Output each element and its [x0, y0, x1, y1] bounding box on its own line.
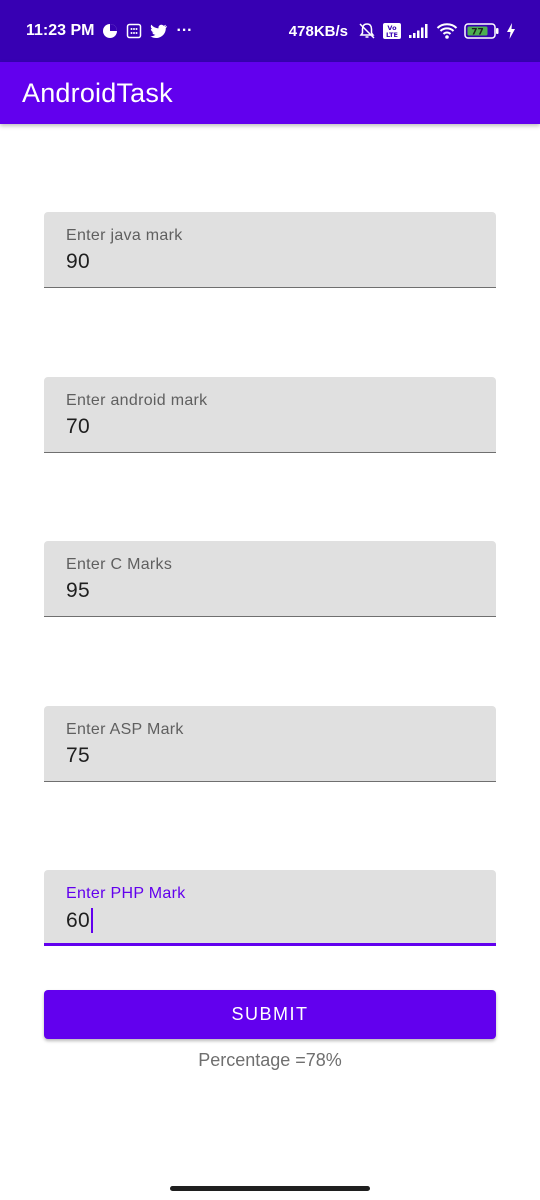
java-mark-input[interactable]: 90 [66, 250, 90, 274]
sim-icon [126, 23, 142, 39]
android-mark-label: Enter android mark [66, 392, 208, 409]
status-time: 11:23 PM [26, 22, 95, 39]
wifi-icon [436, 22, 458, 40]
php-mark-value: 60 [66, 908, 90, 932]
c-mark-label: Enter C Marks [66, 556, 173, 573]
asp-mark-label: Enter ASP Mark [66, 721, 184, 738]
java-mark-field[interactable]: Enter java mark 90 [44, 212, 496, 288]
php-mark-input[interactable]: 60 [66, 908, 93, 933]
charging-icon [506, 23, 516, 39]
c-mark-field[interactable]: Enter C Marks 95 [44, 541, 496, 617]
signal-icon [408, 23, 430, 39]
mute-icon [358, 22, 376, 40]
c-mark-input[interactable]: 95 [66, 579, 90, 603]
php-mark-label: Enter PHP Mark [66, 885, 186, 902]
asp-mark-input[interactable]: 75 [66, 744, 90, 768]
php-mark-field[interactable]: Enter PHP Mark 60 [44, 870, 496, 946]
text-cursor [90, 908, 93, 933]
network-speed: 478KB/s [288, 22, 348, 40]
android-mark-field[interactable]: Enter android mark 70 [44, 377, 496, 453]
twitter-icon [150, 24, 168, 39]
android-mark-input[interactable]: 70 [66, 415, 90, 439]
battery-level: 77 [471, 28, 484, 38]
home-gesture-bar[interactable] [170, 1186, 370, 1191]
volte-icon: Vo LTE [382, 22, 402, 40]
app-title: AndroidTask [22, 77, 173, 108]
java-mark-label: Enter java mark [66, 227, 183, 244]
app-bar: AndroidTask [0, 62, 540, 124]
battery-icon: 77 [464, 22, 500, 40]
data-saver-icon [102, 23, 118, 39]
percentage-result: Percentage =78% [198, 1050, 342, 1070]
status-bar: 11:23 PM ··· 478KB/s Vo LTE 77 [0, 0, 540, 62]
svg-text:LTE: LTE [386, 31, 398, 39]
more-notifications-indicator: ··· [176, 22, 193, 39]
submit-button[interactable]: SUBMIT [44, 990, 496, 1039]
asp-mark-field[interactable]: Enter ASP Mark 75 [44, 706, 496, 782]
